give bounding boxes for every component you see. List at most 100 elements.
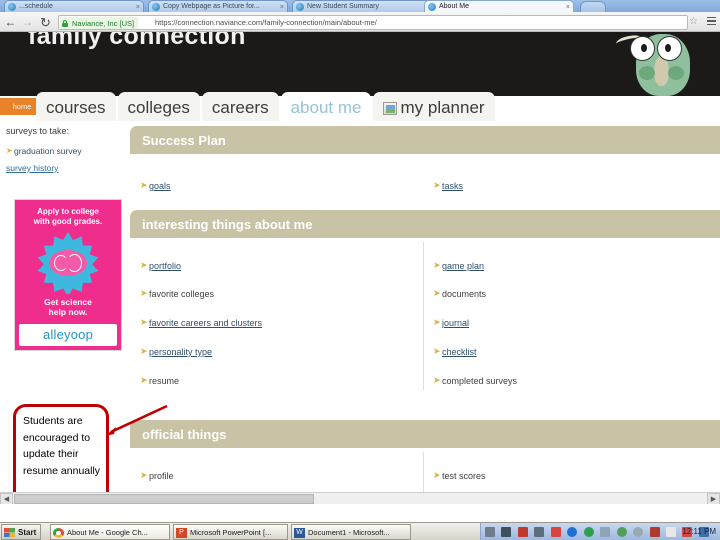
chrome-icon: [53, 528, 64, 538]
nav-tab-label: about me: [290, 98, 362, 117]
link-portfolio[interactable]: ➤portfolio: [140, 256, 181, 274]
ad-brand-logo: alleyoop: [19, 324, 117, 346]
link-label[interactable]: favorite careers and clusters: [149, 318, 262, 328]
back-icon[interactable]: ←: [3, 15, 18, 30]
link-label[interactable]: profile: [149, 471, 174, 481]
sidebar-advertisement[interactable]: Apply to college with good grades. Get s…: [14, 199, 122, 351]
horizontal-scrollbar[interactable]: ◀ ▶: [0, 492, 720, 504]
scrollbar-thumb[interactable]: [14, 494, 314, 504]
arrow-right-icon: ➤: [140, 288, 148, 298]
nav-tab-label: my planner: [400, 98, 485, 117]
panel-body: ➤goals ➤tasks: [130, 154, 720, 210]
address-bar[interactable]: Naviance, Inc [US] https://connection.na…: [58, 15, 688, 30]
bluetooth-icon[interactable]: [567, 527, 578, 537]
windows-flag-icon: [4, 528, 15, 537]
nav-tab-courses[interactable]: courses: [36, 92, 116, 122]
link-label[interactable]: resume: [149, 376, 179, 386]
security-chip[interactable]: Naviance, Inc [US]: [60, 17, 139, 29]
link-completed-surveys[interactable]: ➤completed surveys: [433, 371, 517, 389]
browser-tab-label: Copy Webpage as Picture for...: [163, 3, 260, 10]
mascot-alien-icon: [614, 32, 710, 96]
link-label[interactable]: test scores: [442, 471, 486, 481]
browser-tab-2[interactable]: New Student Summary ×: [292, 0, 432, 12]
ad-line-3: Get science: [44, 297, 92, 307]
link-favorite-careers-and-clusters[interactable]: ➤favorite careers and clusters: [140, 313, 262, 331]
tab-favicon: [8, 3, 16, 11]
link-label[interactable]: tasks: [442, 181, 463, 191]
sidebar-item-label: graduation survey: [14, 146, 82, 156]
close-icon[interactable]: ×: [136, 2, 140, 12]
panel-interesting-things: interesting things about me ➤portfolio ➤…: [130, 210, 720, 394]
monitor-icon[interactable]: [665, 527, 676, 537]
network-icon[interactable]: [485, 527, 495, 537]
clock[interactable]: 12:11 PM: [682, 523, 716, 540]
recording-icon[interactable]: [550, 527, 561, 537]
link-label[interactable]: documents: [442, 289, 486, 299]
link-resume[interactable]: ➤resume: [140, 371, 179, 389]
link-label[interactable]: goals: [149, 181, 171, 191]
powerpoint-icon: P: [176, 528, 187, 538]
panel-title: official things: [130, 420, 720, 448]
taskbar-item-word[interactable]: W Document1 - Microsoft...: [291, 524, 411, 540]
antivirus-icon[interactable]: [649, 527, 660, 537]
bookmark-star-icon[interactable]: ☆: [689, 17, 698, 27]
sidebar-item-graduation-survey[interactable]: ➤graduation survey: [6, 141, 128, 159]
link-label[interactable]: journal: [442, 318, 469, 328]
connection-icon[interactable]: [501, 527, 512, 537]
ad-line-2: with good grades.: [33, 217, 103, 226]
taskbar-item-powerpoint[interactable]: P Microsoft PowerPoint [...: [173, 524, 288, 540]
panel-body: ➤portfolio ➤favorite colleges ➤favorite …: [130, 238, 720, 394]
shield-icon[interactable]: [583, 527, 594, 537]
link-tasks[interactable]: ➤tasks: [433, 176, 463, 194]
nav-tab-careers[interactable]: careers: [201, 92, 279, 122]
updates-icon[interactable]: [616, 527, 627, 537]
link-personality-type[interactable]: ➤personality type: [140, 342, 212, 360]
start-button[interactable]: Start: [1, 524, 42, 540]
link-checklist[interactable]: ➤checklist: [433, 342, 477, 360]
close-icon[interactable]: ×: [566, 2, 570, 12]
arrow-right-icon: ➤: [433, 375, 441, 385]
arrow-right-icon: ➤: [433, 470, 441, 480]
nav-tab-colleges[interactable]: colleges: [117, 92, 200, 122]
link-label[interactable]: favorite colleges: [149, 289, 214, 299]
close-icon[interactable]: ×: [280, 2, 284, 12]
browser-menu-icon[interactable]: [707, 17, 716, 26]
scroll-right-icon[interactable]: ▶: [707, 493, 720, 504]
link-profile[interactable]: ➤profile: [140, 466, 174, 484]
browser-tab-label: New Student Summary: [307, 3, 379, 10]
brain-burst-icon: [37, 232, 99, 294]
display-icon[interactable]: [534, 527, 545, 537]
nav-tab-my-planner[interactable]: my planner: [373, 92, 495, 122]
browser-tab-0[interactable]: ...schedule ×: [4, 0, 144, 12]
reload-icon[interactable]: ↻: [38, 15, 53, 30]
settings-icon[interactable]: [633, 527, 644, 537]
sidebar-item-survey-history[interactable]: survey history: [6, 163, 128, 173]
browser-tab-1[interactable]: Copy Webpage as Picture for... ×: [148, 0, 288, 12]
link-test-scores[interactable]: ➤test scores: [433, 466, 486, 484]
link-label[interactable]: portfolio: [149, 261, 181, 271]
arrow-right-icon: ➤: [140, 470, 148, 480]
link-label[interactable]: checklist: [442, 347, 477, 357]
link-label[interactable]: personality type: [149, 347, 212, 357]
alert-icon[interactable]: [517, 527, 528, 537]
taskbar-item-chrome[interactable]: About Me - Google Ch...: [50, 524, 170, 540]
link-documents[interactable]: ➤documents: [433, 284, 486, 302]
link-game-plan[interactable]: ➤game plan: [433, 256, 484, 274]
forward-icon[interactable]: →: [20, 15, 35, 30]
browser-tab-3[interactable]: About Me ×: [424, 0, 574, 12]
link-label[interactable]: game plan: [442, 261, 484, 271]
link-label[interactable]: completed surveys: [442, 376, 517, 386]
new-tab-button[interactable]: [580, 1, 606, 12]
sync-icon[interactable]: [600, 527, 611, 537]
arrow-right-icon: ➤: [140, 260, 148, 270]
link-goals[interactable]: ➤goals: [140, 176, 171, 194]
system-tray: 12:11 PM: [480, 523, 720, 540]
nav-tab-about-me[interactable]: about me: [280, 92, 372, 122]
link-favorite-colleges[interactable]: ➤favorite colleges: [140, 284, 214, 302]
arrow-right-icon: ➤: [140, 317, 148, 327]
taskbar-item-label: Document1 - Microsoft...: [308, 528, 390, 537]
arrow-right-icon: ➤: [433, 346, 441, 356]
arrow-right-icon: ➤: [6, 146, 13, 155]
link-journal[interactable]: ➤journal: [433, 313, 469, 331]
scroll-left-icon[interactable]: ◀: [0, 493, 13, 504]
